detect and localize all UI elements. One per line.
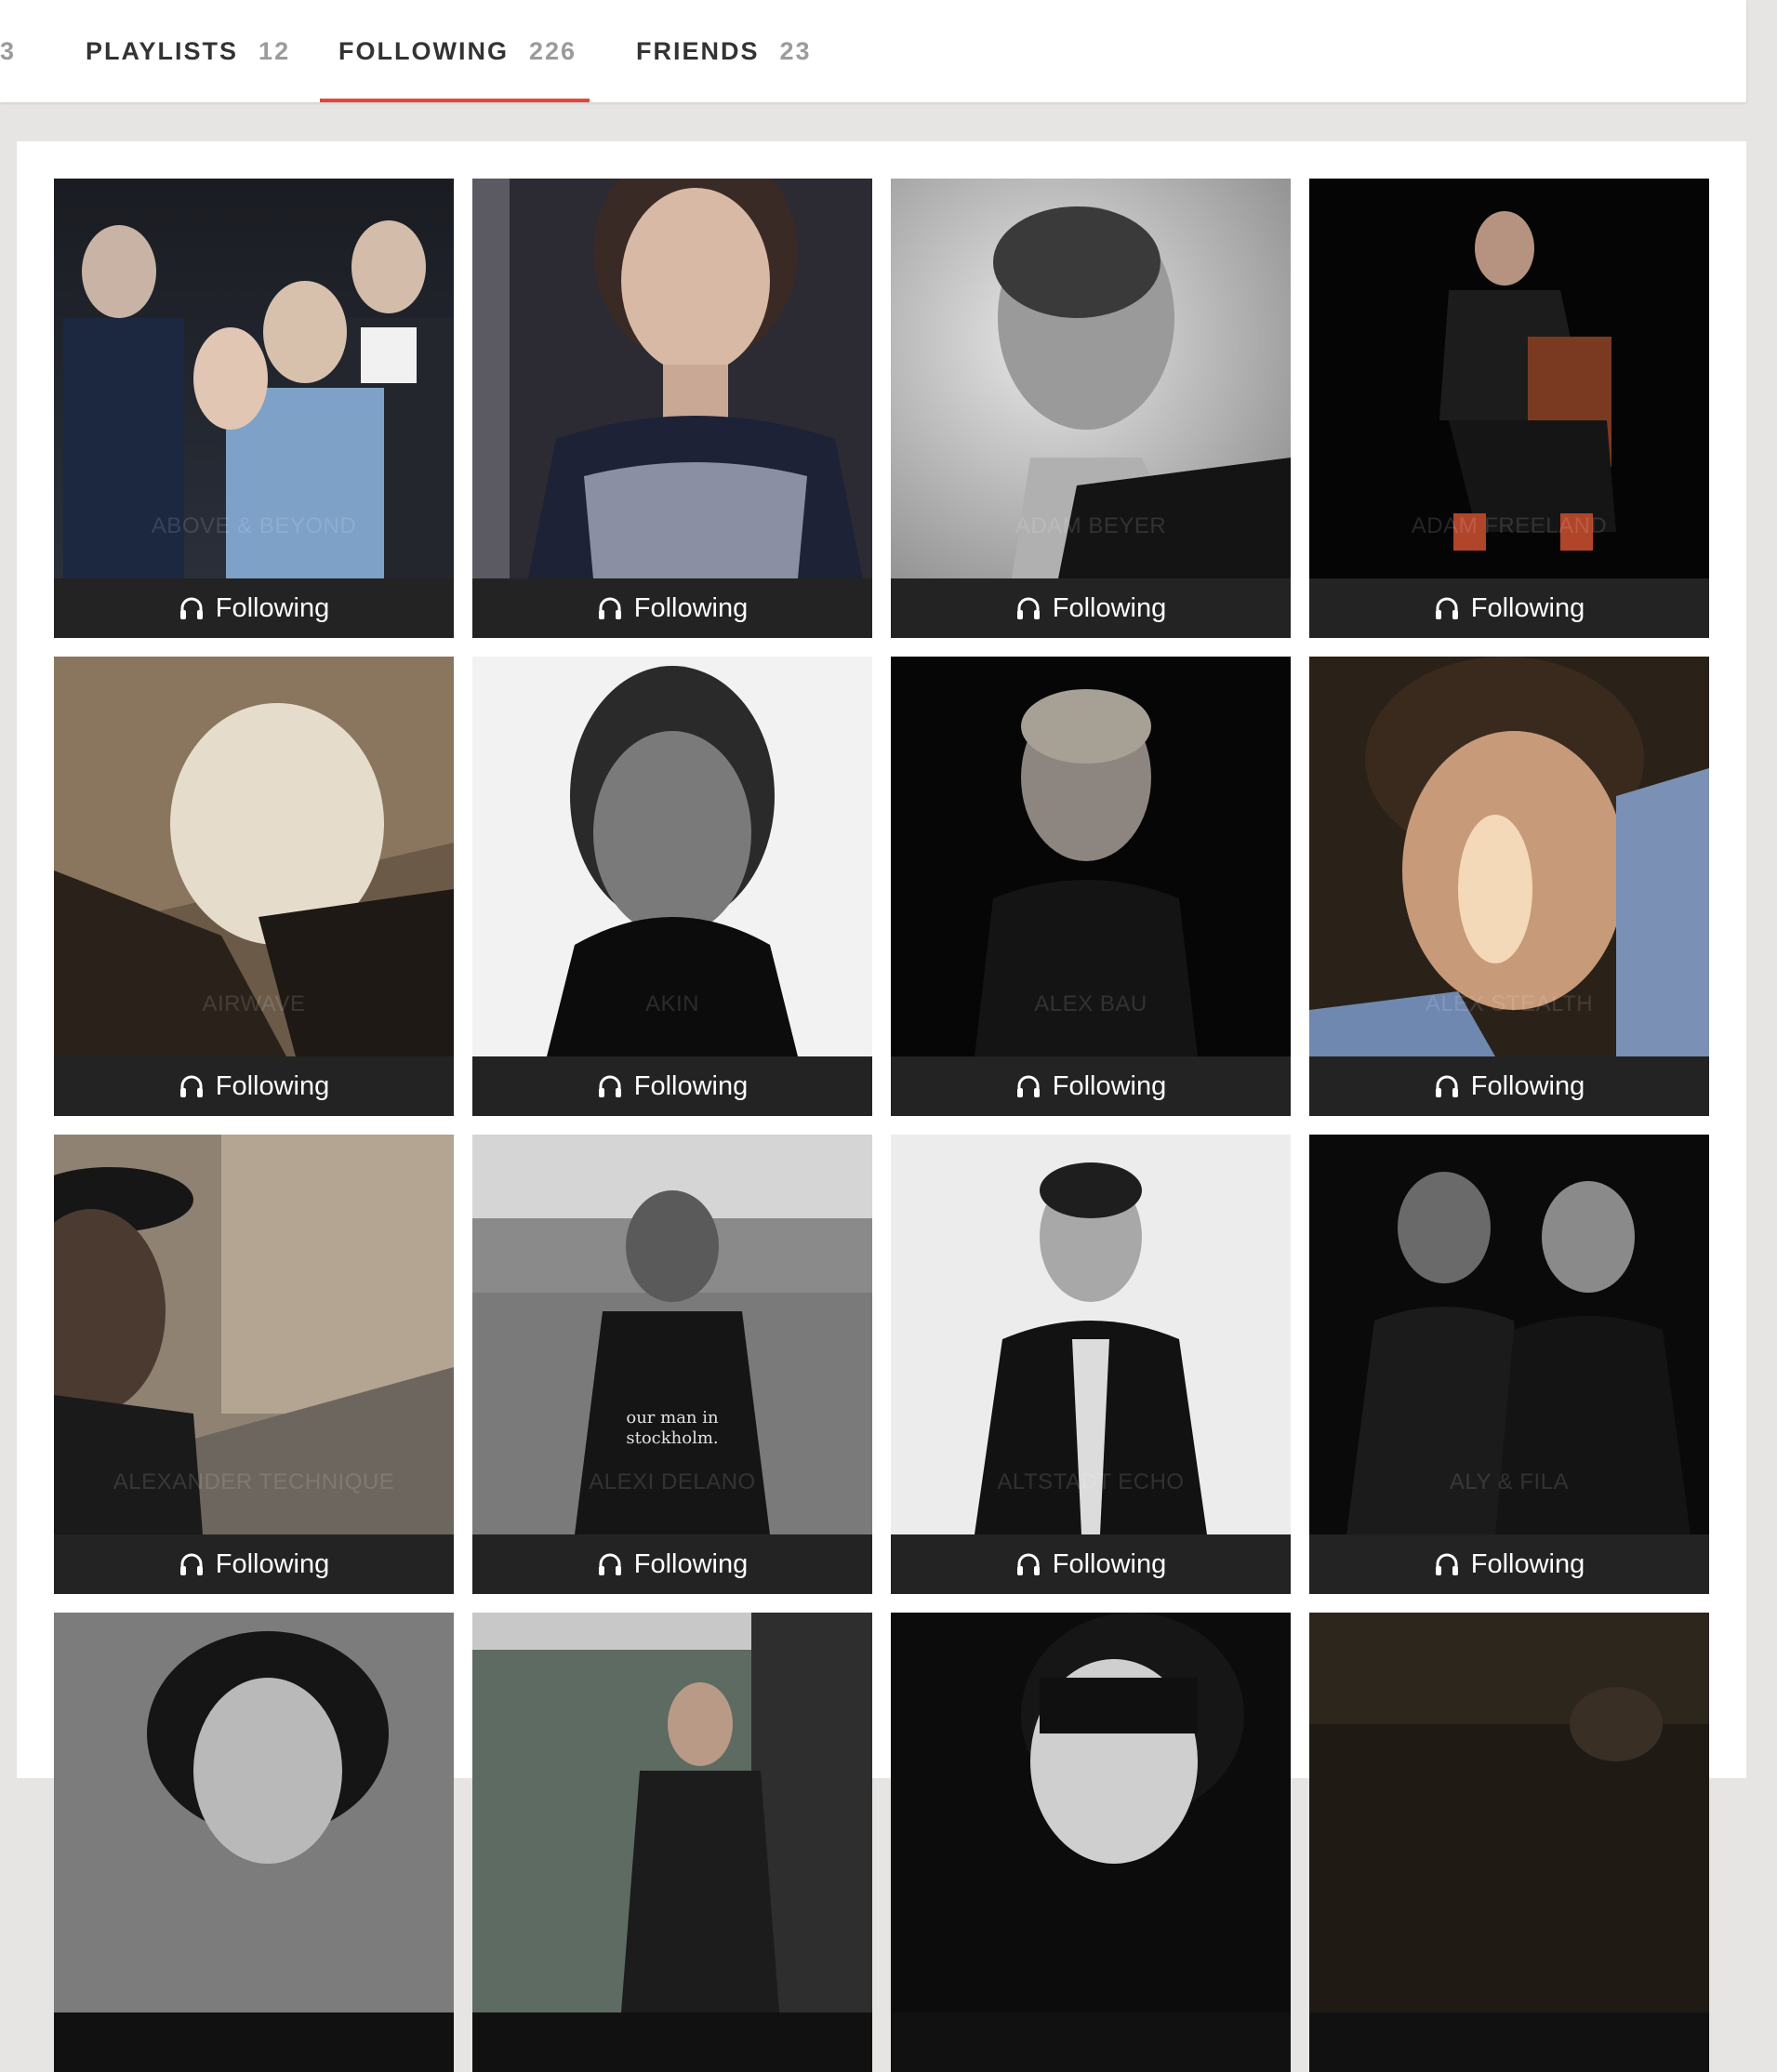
headphones-icon — [179, 1551, 205, 1577]
following-button[interactable]: Following — [1309, 1056, 1709, 1116]
artist-card[interactable] — [1309, 1613, 1709, 2072]
headphones-icon — [179, 595, 205, 621]
artist-card[interactable]: Following — [472, 179, 872, 638]
following-button[interactable]: Following — [891, 1534, 1291, 1594]
artist-name-watermark: ALEXI DELANO — [589, 1469, 756, 1494]
profile-tab-bar: 3 PLAYLISTS 12 FOLLOWING 226 FRIENDS 23 — [0, 0, 1746, 102]
artist-card[interactable]: ALEX STEALTH Following — [1309, 657, 1709, 1116]
artist-name-watermark: ALEX STEALTH — [1425, 991, 1594, 1016]
headphones-icon — [597, 1551, 623, 1577]
following-button[interactable]: Following — [54, 1534, 454, 1594]
artist-card[interactable]: ALEXANDER TECHNIQUE Following — [54, 1135, 454, 1594]
following-button[interactable]: Following — [54, 578, 454, 638]
tab-count: 23 — [779, 36, 812, 65]
tab-count: 12 — [259, 36, 291, 65]
artist-card[interactable] — [891, 1613, 1291, 2072]
artist-card[interactable]: ABOVE & BEYOND Following — [54, 179, 454, 638]
artist-name-watermark: AKIN — [644, 991, 699, 1016]
following-label: Following — [1470, 1548, 1585, 1579]
following-label: Following — [215, 1548, 330, 1579]
following-label: Following — [1052, 592, 1167, 623]
artist-card[interactable]: our man in stockholm. ALEXI DELANO Follo… — [472, 1135, 872, 1594]
headphones-icon — [1434, 595, 1460, 621]
artist-card[interactable]: ADAM FREELAND Following — [1309, 179, 1709, 638]
headphones-icon — [179, 1073, 205, 1099]
following-label: Following — [1052, 1548, 1167, 1579]
active-tab-indicator — [320, 99, 590, 102]
headphones-icon — [1434, 1073, 1460, 1099]
artist-name-watermark: AIRWAVE — [202, 991, 306, 1016]
following-button[interactable]: Following — [472, 1056, 872, 1116]
headphones-icon — [597, 595, 623, 621]
tab-label: FRIENDS — [636, 36, 760, 65]
following-button[interactable]: Following — [472, 1534, 872, 1594]
tab-following[interactable]: FOLLOWING 226 — [320, 0, 595, 102]
tab-partial[interactable]: 3 — [0, 0, 16, 102]
artist-name-watermark: ABOVE & BEYOND — [151, 513, 357, 538]
artist-photo — [472, 1613, 872, 2012]
artist-photo — [1309, 1613, 1709, 2012]
tab-label: PLAYLISTS — [86, 36, 239, 65]
artist-name-watermark: ALY & FILA — [1449, 1469, 1570, 1494]
headphones-icon — [1434, 1551, 1460, 1577]
artist-card[interactable]: AKIN Following — [472, 657, 872, 1116]
following-label: Following — [215, 592, 330, 623]
artist-card[interactable]: ALTSTADT ECHO Following — [891, 1135, 1291, 1594]
svg-text:our man in: our man in — [626, 1408, 719, 1428]
artist-card[interactable] — [54, 1613, 454, 2072]
following-button[interactable]: Following — [54, 1056, 454, 1116]
headphones-icon — [1015, 1551, 1041, 1577]
artist-card[interactable]: ALY & FILA Following — [1309, 1135, 1709, 1594]
following-button[interactable]: Following — [891, 578, 1291, 638]
following-label: Following — [1052, 1070, 1167, 1101]
artist-name-watermark: ALEX BAU — [1034, 991, 1147, 1016]
following-button[interactable]: Following — [891, 1056, 1291, 1116]
following-label: Following — [633, 592, 749, 623]
artist-grid: ABOVE & BEYOND Following Following ADAM … — [54, 179, 1709, 2072]
following-label: Following — [215, 1070, 330, 1101]
following-button[interactable]: Following — [472, 578, 872, 638]
artist-name-watermark: ALEXANDER TECHNIQUE — [113, 1469, 395, 1494]
headphones-icon — [1015, 595, 1041, 621]
following-label: Following — [633, 1548, 749, 1579]
svg-text:stockholm.: stockholm. — [626, 1428, 718, 1448]
headphones-icon — [597, 1073, 623, 1099]
artist-name-watermark: ALTSTADT ECHO — [997, 1469, 1185, 1494]
tab-playlists[interactable]: PLAYLISTS 12 — [86, 0, 290, 102]
artist-card[interactable]: AIRWAVE Following — [54, 657, 454, 1116]
following-label: Following — [1470, 1070, 1585, 1101]
following-label: Following — [1470, 592, 1585, 623]
headphones-icon — [1015, 1073, 1041, 1099]
artist-name-watermark: ADAM BEYER — [1014, 513, 1167, 538]
artist-name-watermark: ADAM FREELAND — [1411, 513, 1608, 538]
tab-label: FOLLOWING — [338, 36, 509, 65]
tab-count: 3 — [0, 36, 17, 65]
tab-friends[interactable]: FRIENDS 23 — [636, 0, 812, 102]
artist-card[interactable]: ALEX BAU Following — [891, 657, 1291, 1116]
following-label: Following — [633, 1070, 749, 1101]
artist-photo — [891, 1613, 1291, 2012]
following-button[interactable]: Following — [1309, 578, 1709, 638]
artist-photo — [54, 1613, 454, 2012]
tab-count: 226 — [528, 36, 577, 65]
artist-card[interactable]: ADAM BEYER Following — [891, 179, 1291, 638]
artist-photo — [472, 179, 872, 578]
following-panel: ABOVE & BEYOND Following Following ADAM … — [17, 141, 1746, 2072]
artist-card[interactable] — [472, 1613, 872, 2072]
following-button[interactable]: Following — [1309, 1534, 1709, 1594]
